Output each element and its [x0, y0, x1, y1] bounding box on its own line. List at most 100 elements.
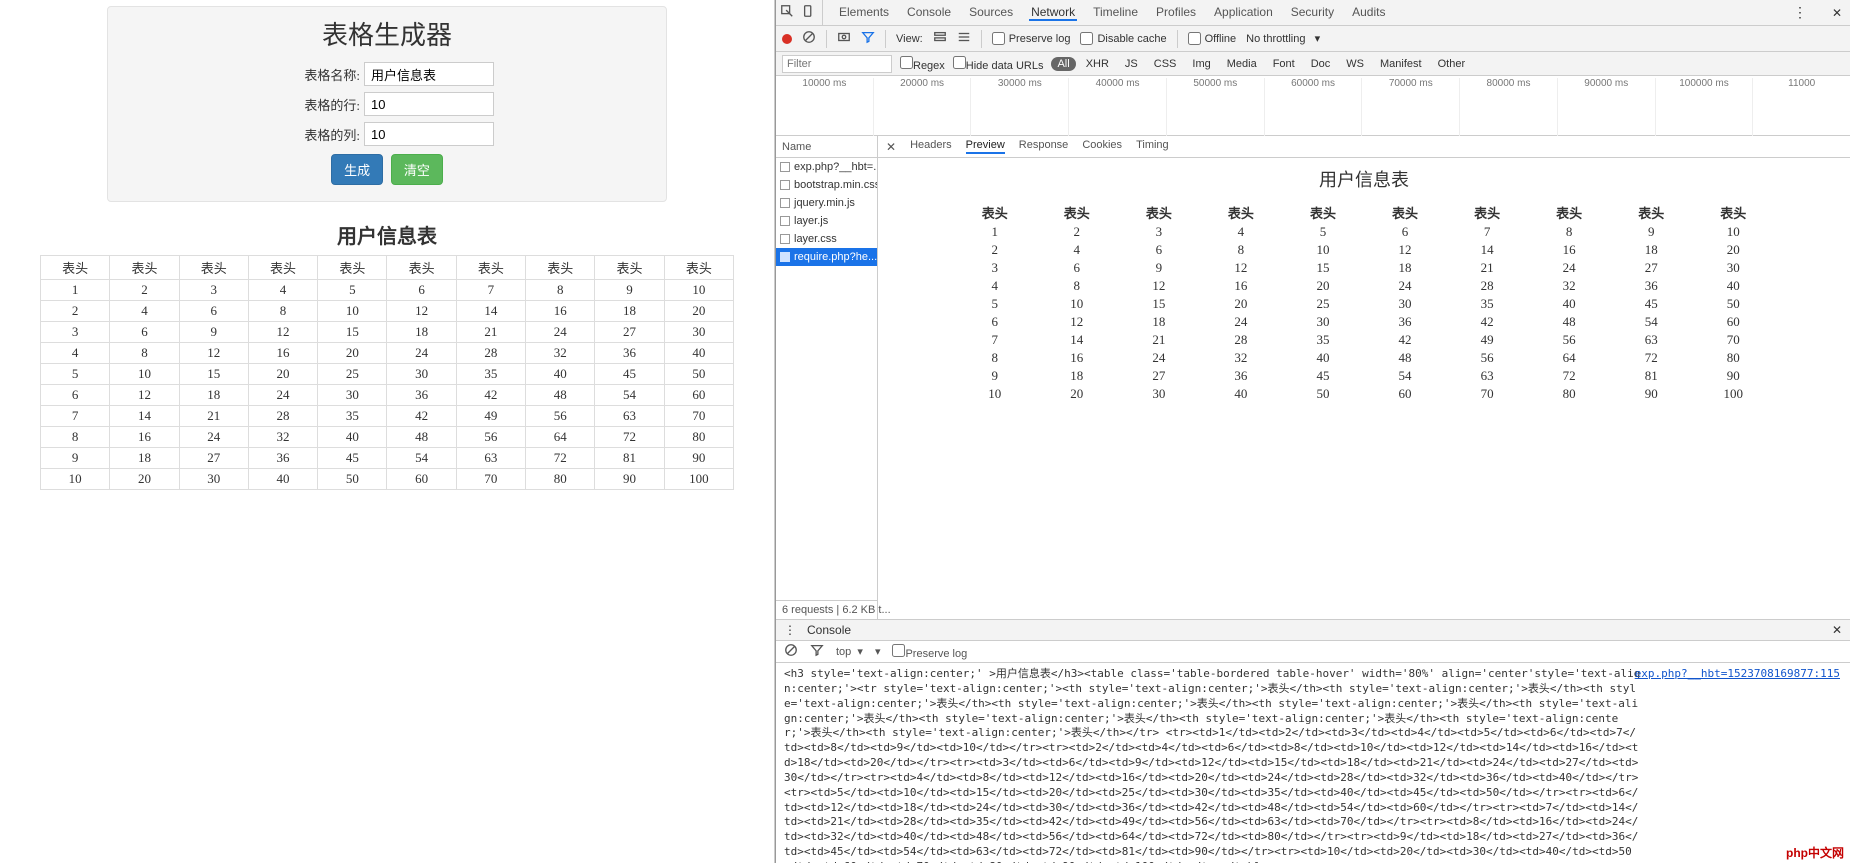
record-icon[interactable] — [782, 34, 792, 44]
disable-cache-checkbox[interactable]: Disable cache — [1080, 32, 1166, 45]
filter-type-img[interactable]: Img — [1186, 57, 1216, 71]
network-timeline[interactable]: 10000 ms20000 ms30000 ms40000 ms50000 ms… — [776, 76, 1850, 136]
table-cell: 70 — [1446, 385, 1528, 403]
devtools-close-icon[interactable]: ✕ — [1828, 6, 1846, 20]
devtools-tab-security[interactable]: Security — [1289, 5, 1336, 21]
filter-icon[interactable] — [861, 30, 875, 47]
detail-tab-cookies[interactable]: Cookies — [1082, 139, 1122, 154]
stop-icon[interactable] — [802, 30, 816, 47]
table-cell: 72 — [595, 427, 664, 448]
filter-type-font[interactable]: Font — [1267, 57, 1301, 71]
console-preserve-checkbox[interactable]: Preserve log — [892, 644, 967, 660]
table-cell: 72 — [1610, 349, 1692, 367]
table-header-cell: 表头 — [1692, 202, 1774, 223]
filter-console-icon[interactable] — [810, 643, 824, 660]
form-card: 表格生成器 表格名称: 表格的行: 表格的列: 生成 清空 — [107, 6, 667, 202]
clear-button[interactable]: 清空 — [391, 154, 443, 185]
filter-type-xhr[interactable]: XHR — [1080, 57, 1115, 71]
inspect-icon[interactable] — [780, 4, 794, 21]
detail-tab-headers[interactable]: Headers — [910, 139, 952, 154]
table-row: 481216202428323640 — [954, 277, 1775, 295]
devtools-tab-timeline[interactable]: Timeline — [1091, 5, 1140, 21]
table-cell: 70 — [664, 406, 733, 427]
detail-tab-response[interactable]: Response — [1019, 139, 1069, 154]
console-source-link[interactable]: exp.php?__hbt=1523708169877:115 — [1635, 667, 1840, 682]
filter-type-doc[interactable]: Doc — [1305, 57, 1337, 71]
table-cell: 36 — [1610, 277, 1692, 295]
detail-tab-timing[interactable]: Timing — [1136, 139, 1169, 154]
request-row[interactable]: exp.php?__hbt=... — [776, 158, 877, 176]
clear-console-icon[interactable] — [784, 643, 798, 660]
filter-type-manifest[interactable]: Manifest — [1374, 57, 1428, 71]
table-cell: 54 — [595, 385, 664, 406]
request-row[interactable]: layer.js — [776, 212, 877, 230]
view-list-icon[interactable] — [957, 30, 971, 47]
table-row: 12345678910 — [41, 280, 734, 301]
table-cell: 15 — [1282, 259, 1364, 277]
filter-type-all[interactable]: All — [1051, 57, 1075, 71]
level-select[interactable]: ▾ — [875, 645, 881, 658]
request-row[interactable]: jquery.min.js — [776, 194, 877, 212]
timeline-tick: 40000 ms — [1068, 78, 1166, 136]
regex-checkbox[interactable]: Regex — [900, 56, 945, 72]
table-cell: 18 — [1610, 241, 1692, 259]
request-name: jquery.min.js — [794, 194, 855, 212]
timeline-tick: 10000 ms — [776, 78, 873, 136]
devtools-tab-sources[interactable]: Sources — [967, 5, 1015, 21]
devtools-menu-icon[interactable]: ⋮ — [1793, 4, 1814, 21]
preview-content: 用户信息表 表头表头表头表头表头表头表头表头表头表头 1234567891024… — [878, 158, 1850, 619]
devtools-tab-network[interactable]: Network — [1029, 5, 1077, 21]
table-cell: 5 — [318, 280, 387, 301]
request-row[interactable]: layer.css — [776, 230, 877, 248]
request-row[interactable]: bootstrap.min.css — [776, 176, 877, 194]
filter-type-css[interactable]: CSS — [1148, 57, 1183, 71]
console-output: exp.php?__hbt=1523708169877:115 <h3 styl… — [776, 663, 1850, 863]
console-menu-icon[interactable]: ⋮ — [784, 623, 797, 637]
file-icon — [780, 162, 790, 172]
throttling-select[interactable]: No throttling ▾ — [1246, 32, 1320, 45]
filter-type-other[interactable]: Other — [1432, 57, 1472, 71]
generate-button[interactable]: 生成 — [331, 154, 383, 185]
cols-input[interactable] — [364, 122, 494, 146]
hide-data-urls-checkbox[interactable]: Hide data URLs — [953, 56, 1044, 72]
devtools-tab-audits[interactable]: Audits — [1350, 5, 1387, 21]
table-row: 102030405060708090100 — [41, 469, 734, 490]
name-input[interactable] — [364, 62, 494, 86]
devtools-tab-console[interactable]: Console — [905, 5, 953, 21]
filter-type-js[interactable]: JS — [1119, 57, 1144, 71]
table-row: 102030405060708090100 — [954, 385, 1775, 403]
console-close-icon[interactable]: ✕ — [1832, 623, 1842, 637]
table-cell: 30 — [1692, 259, 1774, 277]
filter-input[interactable] — [782, 55, 892, 73]
request-name: bootstrap.min.css — [794, 176, 877, 194]
view-large-icon[interactable] — [933, 30, 947, 47]
view-label: View: — [896, 33, 923, 45]
table-cell: 20 — [1200, 295, 1282, 313]
table-cell: 16 — [1036, 349, 1118, 367]
table-header-cell: 表头 — [954, 202, 1036, 223]
table-header-cell: 表头 — [387, 256, 456, 280]
console-drawer-header: ⋮ Console ✕ — [776, 619, 1850, 641]
filter-type-media[interactable]: Media — [1221, 57, 1263, 71]
devtools-tab-elements[interactable]: Elements — [837, 5, 891, 21]
table-cell: 81 — [595, 448, 664, 469]
table-cell: 16 — [1528, 241, 1610, 259]
table-cell: 12 — [387, 301, 456, 322]
preserve-log-checkbox[interactable]: Preserve log — [992, 32, 1071, 45]
context-select[interactable]: top ▾ — [836, 645, 863, 658]
filter-type-ws[interactable]: WS — [1340, 57, 1370, 71]
devtools-tab-profiles[interactable]: Profiles — [1154, 5, 1198, 21]
table-cell: 40 — [1692, 277, 1774, 295]
device-icon[interactable] — [802, 4, 816, 21]
table-cell: 25 — [1282, 295, 1364, 313]
table-cell: 8 — [954, 349, 1036, 367]
rows-input[interactable] — [364, 92, 494, 116]
offline-checkbox[interactable]: Offline — [1188, 32, 1237, 45]
console-tab[interactable]: Console — [807, 623, 851, 637]
request-row[interactable]: require.php?he... — [776, 248, 877, 266]
capture-screenshot-icon[interactable] — [837, 30, 851, 47]
devtools-tab-application[interactable]: Application — [1212, 5, 1275, 21]
table-cell: 63 — [595, 406, 664, 427]
detail-tab-preview[interactable]: Preview — [966, 139, 1005, 154]
close-detail-icon[interactable]: ✕ — [886, 140, 896, 154]
